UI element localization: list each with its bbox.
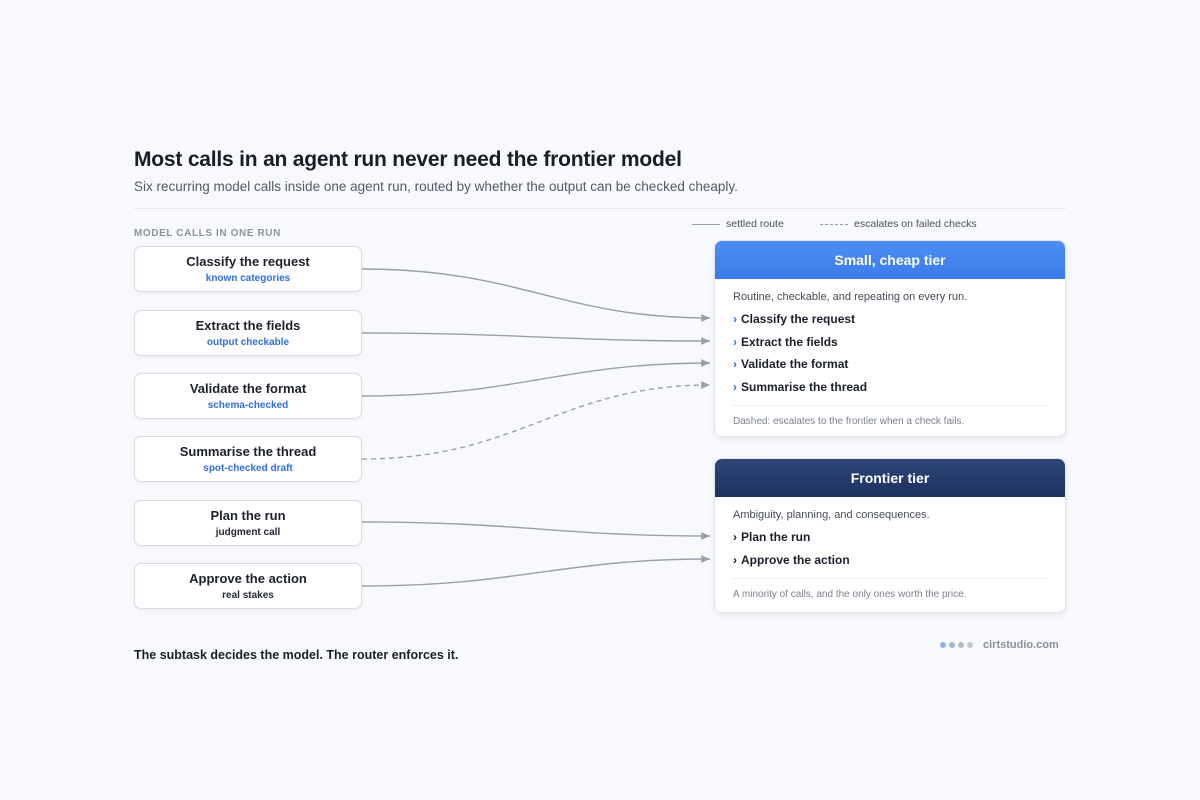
brand-name: cirtstudio.com bbox=[983, 639, 1059, 651]
member-label: Validate the format bbox=[741, 357, 849, 371]
frontier-tier-divider bbox=[733, 578, 1047, 579]
small-tier-member: › Extract the fields bbox=[733, 335, 838, 349]
frontier-tier-title: Frontier tier bbox=[715, 459, 1065, 497]
frontier-tier-card: Frontier tier Ambiguity, planning, and c… bbox=[714, 458, 1066, 613]
chevron-right-icon: › bbox=[733, 553, 737, 567]
brand-dot-icon bbox=[967, 642, 973, 648]
member-label: Plan the run bbox=[741, 530, 811, 544]
brand-mark: cirtstudio.com bbox=[940, 638, 1059, 652]
small-tier-description: Routine, checkable, and repeating on eve… bbox=[733, 291, 968, 303]
small-tier-member: › Validate the format bbox=[733, 357, 848, 371]
footer-takeaway: The subtask decides the model. The route… bbox=[134, 648, 459, 662]
brand-dot-icon bbox=[949, 642, 955, 648]
small-tier-card: Small, cheap tier Routine, checkable, an… bbox=[714, 240, 1066, 437]
route-link-validate bbox=[361, 359, 711, 397]
small-tier-member: › Classify the request bbox=[733, 312, 855, 326]
member-label: Extract the fields bbox=[741, 335, 838, 349]
route-link-plan bbox=[361, 521, 711, 540]
chevron-right-icon: › bbox=[733, 312, 737, 326]
frontier-tier-note: A minority of calls, and the only ones w… bbox=[733, 589, 967, 600]
frontier-tier-description: Ambiguity, planning, and consequences. bbox=[733, 509, 930, 521]
brand-dot-icon bbox=[958, 642, 964, 648]
chevron-right-icon: › bbox=[733, 357, 737, 371]
member-label: Summarise the thread bbox=[741, 380, 868, 394]
member-label: Approve the action bbox=[741, 553, 850, 567]
chevron-right-icon: › bbox=[733, 530, 737, 544]
route-link-summarise bbox=[361, 381, 711, 460]
small-tier-note: Dashed: escalates to the frontier when a… bbox=[733, 416, 965, 427]
chevron-right-icon: › bbox=[733, 380, 737, 394]
route-link-approve bbox=[361, 555, 711, 587]
frontier-tier-member: › Plan the run bbox=[733, 530, 810, 544]
route-link-classify bbox=[361, 268, 711, 322]
small-tier-member: › Summarise the thread bbox=[733, 380, 867, 394]
member-label: Classify the request bbox=[741, 312, 856, 326]
route-link-extract bbox=[361, 332, 711, 345]
small-tier-divider bbox=[733, 405, 1047, 406]
small-tier-title: Small, cheap tier bbox=[715, 241, 1065, 279]
frontier-tier-member: › Approve the action bbox=[733, 553, 850, 567]
chevron-right-icon: › bbox=[733, 335, 737, 349]
brand-dot-icon bbox=[940, 642, 946, 648]
